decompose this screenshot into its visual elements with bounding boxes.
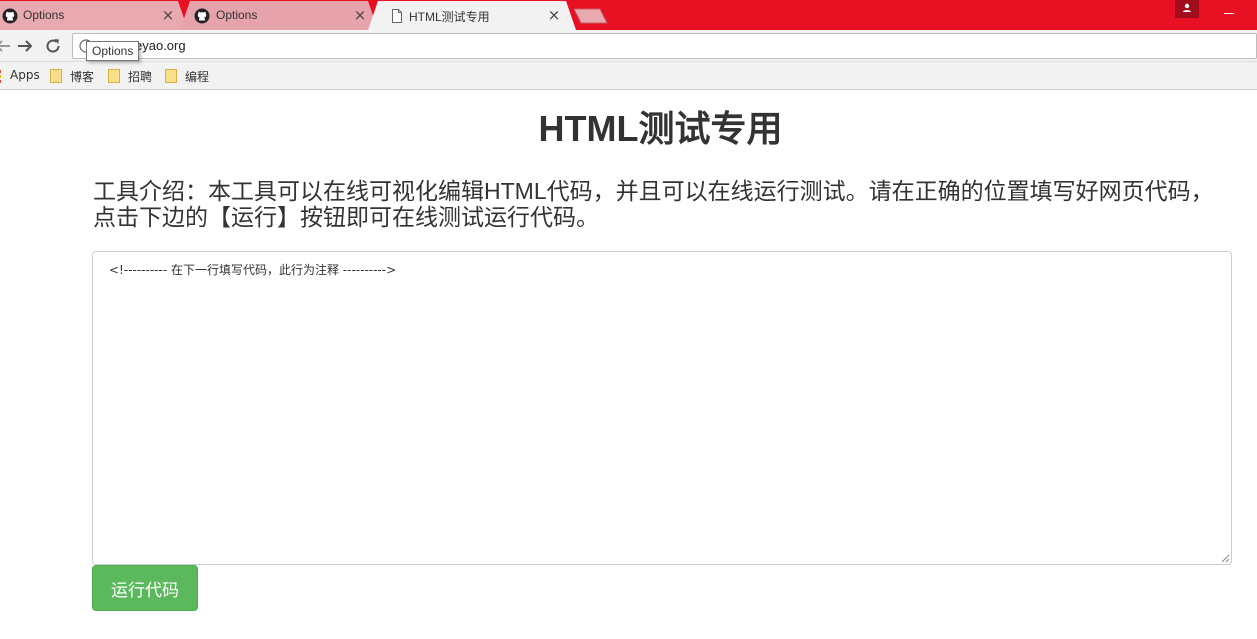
forward-icon[interactable] (14, 35, 36, 57)
code-editor[interactable] (92, 251, 1232, 565)
folder-icon (165, 69, 177, 83)
bookmarks-bar: Apps 博客 招聘 编程 (0, 62, 1257, 90)
bookmark-label: 招聘 (128, 70, 153, 84)
url-text: eyao.org (135, 38, 186, 53)
profile-button[interactable] (1175, 0, 1199, 18)
tab-label: Options (216, 8, 258, 22)
tab-label: HTML测试专用 (409, 10, 490, 24)
minimize-icon (1224, 13, 1234, 14)
page-title: HTML测试专用 (538, 108, 783, 149)
tab-close-button[interactable]: × (160, 6, 176, 24)
github-icon (2, 8, 18, 24)
github-icon (194, 8, 210, 24)
tab-label: Options (23, 8, 65, 22)
minimize-button[interactable] (1215, 0, 1243, 28)
bookmark-apps[interactable]: Apps (0, 67, 40, 85)
resize-grip-icon[interactable] (1220, 553, 1230, 563)
bookmark-blog[interactable]: 博客 (50, 67, 100, 85)
bookmark-label: 博客 (70, 70, 95, 84)
tab-html-test[interactable]: HTML测试专用 × (368, 1, 576, 30)
apps-grid-icon (0, 70, 1, 83)
tooltip: Options (86, 41, 140, 61)
tab-options-2[interactable]: Options × (180, 1, 378, 30)
tab-options-1[interactable]: Options × (0, 1, 188, 30)
page-icon (392, 9, 402, 23)
folder-icon (108, 69, 120, 83)
tool-intro: 工具介绍：本工具可以在线可视化编辑HTML代码，并且可以在线运行测试。请在正确的… (93, 178, 1214, 230)
bookmark-label: 编程 (185, 70, 210, 84)
tab-close-button[interactable]: × (352, 6, 368, 24)
bookmark-programming[interactable]: 编程 (165, 67, 215, 85)
bookmark-label: Apps (10, 68, 40, 82)
person-icon (1183, 3, 1191, 12)
bookmark-jobs[interactable]: 招聘 (108, 67, 158, 85)
title-bar: Options × Options × HTML测试专用 × (0, 0, 1257, 30)
run-code-button[interactable]: 运行代码 (92, 565, 198, 611)
folder-icon (50, 69, 62, 83)
browser-toolbar: eyao.org (0, 30, 1257, 62)
reload-icon[interactable] (42, 35, 64, 57)
tab-close-button[interactable]: × (546, 6, 562, 24)
new-tab-button[interactable] (574, 8, 608, 24)
address-bar[interactable]: eyao.org (72, 33, 1257, 59)
back-icon[interactable] (0, 35, 14, 57)
